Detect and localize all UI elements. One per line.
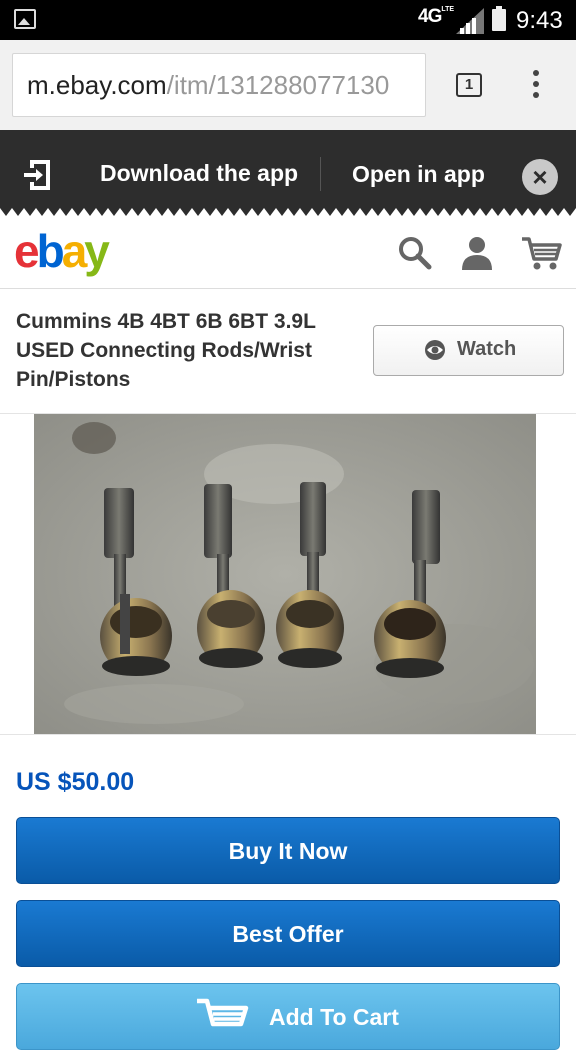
close-banner-button[interactable]: ×: [522, 159, 558, 195]
battery-icon: [492, 6, 506, 31]
app-banner: Download the app Open in app ×: [0, 130, 576, 218]
search-icon[interactable]: [396, 234, 434, 272]
signal-icon: [456, 8, 484, 34]
watch-label: Watch: [457, 338, 517, 360]
best-offer-button[interactable]: Best Offer: [16, 900, 560, 967]
banner-divider: [320, 157, 321, 191]
cart-icon[interactable]: [520, 234, 562, 272]
watch-button[interactable]: Watch: [373, 325, 564, 376]
url-bar[interactable]: m.ebay.com/itm/131288077130: [12, 53, 426, 117]
add-to-cart-button[interactable]: Add To Cart: [16, 983, 560, 1050]
eye-icon: [425, 340, 445, 360]
open-in-app-link[interactable]: Open in app: [352, 161, 485, 188]
browser-toolbar: m.ebay.com/itm/131288077130 1: [0, 40, 576, 130]
item-title: Cummins 4B 4BT 6B 6BT 3.9L USED Connecti…: [16, 310, 316, 391]
logo-letter-y: y: [84, 225, 110, 277]
buy-it-now-button[interactable]: Buy It Now: [16, 817, 560, 884]
purchase-panel: US $50.00 Buy It Now Best Offer Add To C…: [0, 734, 576, 1050]
ebay-logo[interactable]: ebay: [14, 224, 110, 278]
product-image-area: [0, 414, 576, 734]
download-app-icon: [24, 160, 50, 190]
item-price: US $50.00: [16, 768, 135, 796]
logo-letter-a: a: [61, 225, 88, 277]
download-app-link[interactable]: Download the app: [100, 160, 298, 187]
image-notification-icon: [14, 9, 36, 29]
product-photo[interactable]: [34, 414, 536, 734]
url-path: /itm/131288077130: [166, 70, 390, 100]
account-icon[interactable]: [458, 234, 496, 272]
add-to-cart-label: Add To Cart: [269, 1004, 399, 1030]
logo-letter-e: e: [14, 225, 40, 277]
network-label: 4G: [418, 6, 442, 27]
logo-letter-b: b: [36, 225, 65, 277]
add-to-cart-icon: [197, 998, 249, 1027]
clock: 9:43: [516, 7, 563, 34]
banner-zigzag-edge: [0, 208, 576, 220]
overflow-menu-icon[interactable]: [530, 70, 542, 104]
status-bar: 4GLTE 9:43: [0, 0, 576, 40]
item-title-section: Cummins 4B 4BT 6B 6BT 3.9L USED Connecti…: [0, 289, 576, 414]
site-header: ebay: [0, 220, 576, 289]
tab-switcher-button[interactable]: 1: [456, 73, 482, 97]
network-indicator: 4GLTE: [418, 6, 454, 28]
url-host: m.ebay.com: [27, 70, 167, 100]
